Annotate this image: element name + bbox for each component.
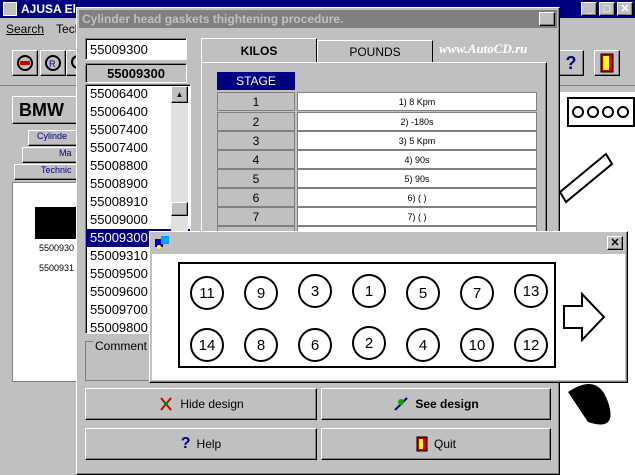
quit-label: Quit bbox=[433, 437, 456, 451]
help-label: Help bbox=[196, 437, 222, 451]
help-icon: ? bbox=[180, 435, 191, 452]
bolt-6: 6 bbox=[298, 328, 332, 362]
bolt-5: 5 bbox=[406, 276, 440, 310]
bolt-8: 8 bbox=[244, 328, 278, 362]
stage-value: 5) 90s bbox=[297, 169, 537, 188]
maximize-button[interactable]: □ bbox=[599, 2, 615, 16]
bolt-9: 9 bbox=[244, 276, 278, 310]
stage-header: STAGE bbox=[217, 72, 295, 90]
stage-value: 6) ( ) bbox=[297, 188, 537, 207]
bolt-4: 4 bbox=[406, 328, 440, 362]
see-design-button[interactable]: See design bbox=[321, 388, 551, 420]
bolt-13: 13 bbox=[514, 274, 548, 308]
table-row: 1 1) 8 Kpm bbox=[217, 92, 537, 111]
side-code-1[interactable]: 5500930 bbox=[39, 243, 74, 253]
cylinder-head-outline: 11 9 3 1 5 7 13 14 8 6 2 4 10 12 bbox=[178, 262, 556, 368]
bolt-10: 10 bbox=[460, 328, 494, 362]
hide-design-label: Hide design bbox=[180, 397, 244, 411]
stage-value: 2) -180s bbox=[297, 112, 537, 131]
bolt-3: 3 bbox=[298, 274, 332, 308]
design-window-titlebar[interactable]: ✕ bbox=[152, 234, 625, 252]
bolt-2: 2 bbox=[352, 326, 386, 360]
brand-label: BMW bbox=[12, 96, 78, 124]
left-panel: BMW Cylinde Ma Technic 5500930 5500931 bbox=[6, 92, 79, 475]
design-app-icon bbox=[155, 236, 169, 249]
bolt-14: 14 bbox=[190, 328, 224, 362]
close-button[interactable]: ✕ bbox=[617, 2, 633, 16]
see-design-icon bbox=[394, 397, 409, 411]
car-search-tool-icon[interactable] bbox=[12, 50, 38, 76]
scroll-up-icon[interactable]: ▲ bbox=[171, 86, 188, 103]
dialog-titlebar[interactable]: Cylinder head gaskets thightening proced… bbox=[79, 10, 557, 28]
side-list: 5500930 5500931 bbox=[12, 182, 79, 382]
design-canvas: 11 9 3 1 5 7 13 14 8 6 2 4 10 12 bbox=[152, 254, 625, 380]
tab-pounds[interactable]: POUNDS bbox=[317, 40, 433, 62]
stage-number: 2 bbox=[217, 112, 295, 131]
table-row: 3 3) 5 Kpm bbox=[217, 131, 537, 150]
tab-kilos[interactable]: KILOS bbox=[201, 38, 317, 62]
exit-door-icon bbox=[416, 436, 428, 452]
see-design-label: See design bbox=[415, 397, 479, 411]
app-icon bbox=[3, 2, 17, 16]
stage-value: 7) ( ) bbox=[297, 207, 537, 226]
comments-label: Comment bbox=[93, 339, 150, 353]
exit-door-tool-icon[interactable] bbox=[594, 50, 620, 76]
watermark: www.AutoCD.ru bbox=[439, 41, 528, 56]
hide-design-button[interactable]: Hide design bbox=[85, 388, 317, 420]
dialog-close-button[interactable]: ✕ bbox=[539, 12, 555, 26]
reference-search-tool-icon[interactable]: R bbox=[40, 50, 66, 76]
table-row: 2 2) -180s bbox=[217, 112, 537, 131]
bolt-12: 12 bbox=[514, 328, 548, 362]
stage-number: 6 bbox=[217, 188, 295, 207]
minimize-button[interactable]: _ bbox=[581, 2, 597, 16]
stage-number: 7 bbox=[217, 207, 295, 226]
table-row: 6 6) ( ) bbox=[217, 188, 537, 207]
side-tab-technic[interactable]: Technic bbox=[14, 164, 78, 180]
stage-value: 4) 90s bbox=[297, 150, 537, 169]
table-row: 7 7) ( ) bbox=[217, 207, 537, 226]
design-close-button[interactable]: ✕ bbox=[607, 236, 623, 250]
main-window-title: AJUSA El bbox=[21, 2, 76, 16]
design-window: ✕ 11 9 3 1 5 7 13 14 8 6 2 4 10 12 bbox=[149, 231, 628, 383]
table-row: 4 4) 90s bbox=[217, 150, 537, 169]
bolt-7: 7 bbox=[460, 276, 494, 310]
stage-number: 1 bbox=[217, 92, 295, 111]
scroll-thumb[interactable] bbox=[171, 202, 188, 216]
direction-arrow-icon bbox=[563, 292, 606, 342]
bolt-11: 11 bbox=[190, 276, 224, 310]
menu-search[interactable]: Search bbox=[0, 22, 50, 36]
stage-number: 5 bbox=[217, 169, 295, 188]
side-code-2[interactable]: 5500931 bbox=[39, 263, 74, 273]
svg-text:R: R bbox=[49, 59, 56, 69]
dialog-title: Cylinder head gaskets thightening proced… bbox=[82, 12, 344, 26]
selected-code-label: 55009300 bbox=[85, 63, 187, 83]
help-tool-icon[interactable]: ? bbox=[558, 50, 584, 76]
stage-number: 4 bbox=[217, 150, 295, 169]
help-button[interactable]: ? Help bbox=[85, 428, 317, 460]
stage-value: 1) 8 Kpm bbox=[297, 92, 537, 111]
code-search-input[interactable]: 55009300 bbox=[85, 38, 187, 60]
side-tab-cylinder[interactable]: Cylinde bbox=[28, 130, 78, 146]
table-row: 5 5) 90s bbox=[217, 169, 537, 188]
stage-value: 3) 5 Kpm bbox=[297, 131, 537, 150]
side-header-bar bbox=[35, 207, 79, 239]
stage-number: 3 bbox=[217, 131, 295, 150]
bolt-1: 1 bbox=[352, 274, 386, 308]
hide-design-icon bbox=[160, 397, 173, 411]
quit-button[interactable]: Quit bbox=[321, 428, 551, 460]
side-tab-ma[interactable]: Ma bbox=[22, 147, 78, 163]
